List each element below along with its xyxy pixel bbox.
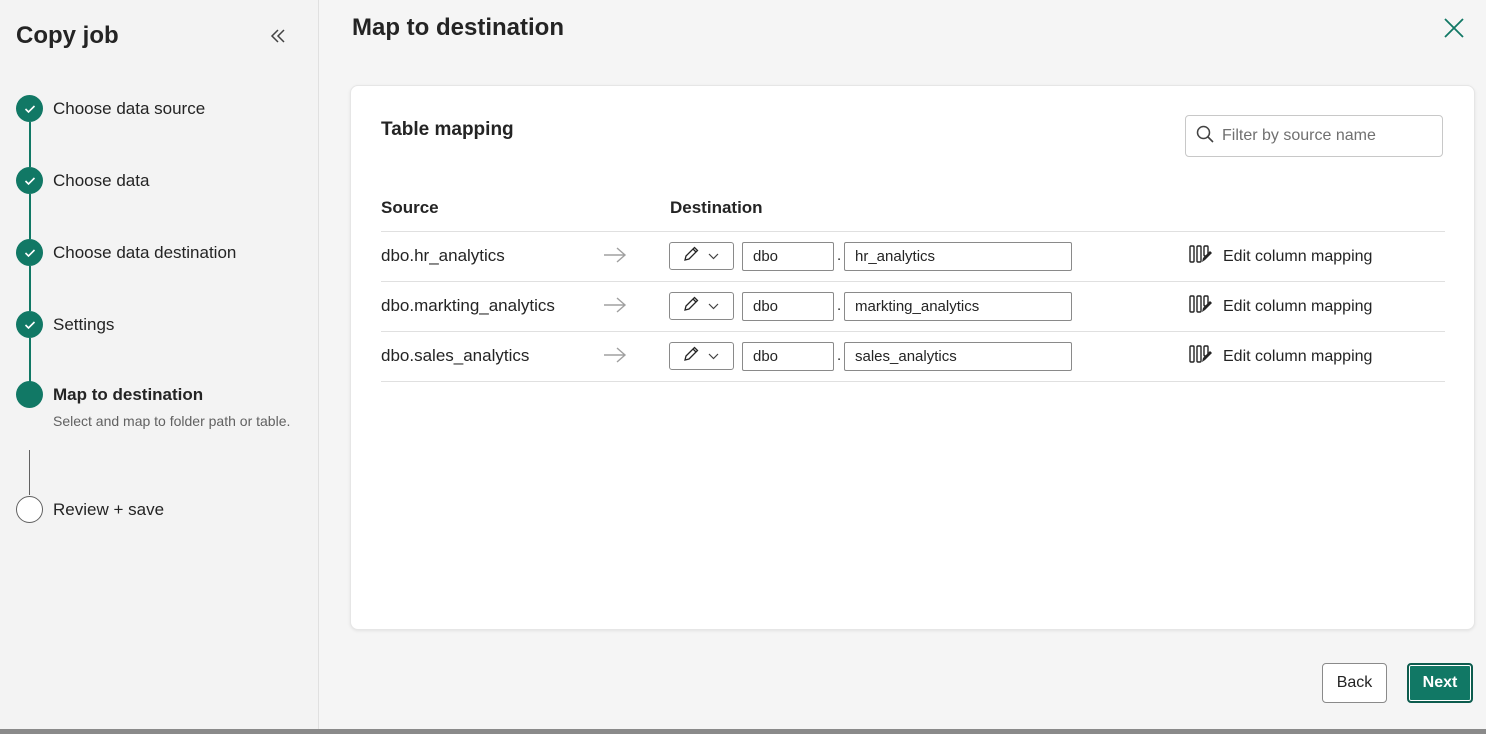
source-name: dbo.hr_analytics <box>381 246 505 265</box>
destination-type-dropdown[interactable] <box>669 292 734 320</box>
table-name-field[interactable]: sales_analytics <box>844 342 1072 371</box>
edit-column-mapping-label: Edit column mapping <box>1223 297 1373 315</box>
edit-column-mapping-label: Edit column mapping <box>1223 247 1373 265</box>
column-edit-icon <box>1189 244 1213 269</box>
table-row: dbo.sales_analytics dbo . sales_analytic… <box>381 332 1445 382</box>
pending-step-circle <box>16 496 43 523</box>
chevron-down-icon <box>708 247 719 265</box>
step-connector <box>29 338 31 383</box>
edit-column-mapping-button[interactable]: Edit column mapping <box>1189 294 1372 319</box>
check-icon <box>16 311 43 338</box>
separator-dot: . <box>837 247 842 264</box>
column-edit-icon <box>1189 344 1213 369</box>
step-connector <box>29 450 30 495</box>
step-description: Select and map to folder path or table. <box>53 413 291 429</box>
table-mapping-card: Table mapping Source Destination dbo.hr_… <box>350 85 1475 630</box>
schema-field[interactable]: dbo <box>742 242 834 271</box>
check-icon <box>16 95 43 122</box>
pencil-icon <box>682 245 700 268</box>
card-title: Table mapping <box>381 119 514 140</box>
edit-column-mapping-button[interactable]: Edit column mapping <box>1189 344 1372 369</box>
step-map-to-destination[interactable]: Map to destination <box>16 381 203 408</box>
step-review-save[interactable]: Review + save <box>16 496 164 523</box>
arrow-right-icon <box>603 346 627 369</box>
destination-type-dropdown[interactable] <box>669 342 734 370</box>
step-choose-data-source[interactable]: Choose data source <box>16 95 205 122</box>
check-icon <box>16 239 43 266</box>
column-edit-icon <box>1189 294 1213 319</box>
edit-column-mapping-label: Edit column mapping <box>1223 347 1373 365</box>
collapse-icon[interactable] <box>264 22 292 50</box>
step-settings[interactable]: Settings <box>16 311 114 338</box>
sidebar-title: Copy job <box>16 22 119 49</box>
check-icon <box>16 167 43 194</box>
arrow-right-icon <box>603 246 627 269</box>
step-label: Choose data source <box>53 99 206 118</box>
step-connector <box>29 266 31 311</box>
step-choose-data-destination[interactable]: Choose data destination <box>16 239 236 266</box>
sidebar: Copy job Choose data source Choose data … <box>0 0 319 729</box>
schema-field[interactable]: dbo <box>742 342 834 371</box>
step-label: Review + save <box>53 500 165 519</box>
step-label: Choose data destination <box>53 243 237 262</box>
bottom-scrollbar <box>0 729 1486 734</box>
table-name-field[interactable]: hr_analytics <box>844 242 1072 271</box>
active-step-dot <box>16 381 43 408</box>
chevron-down-icon <box>708 347 719 365</box>
source-name: dbo.sales_analytics <box>381 346 530 365</box>
pencil-icon <box>682 295 700 318</box>
table-name-field[interactable]: markting_analytics <box>844 292 1072 321</box>
step-label: Choose data <box>53 171 150 190</box>
step-label: Map to destination <box>53 385 204 404</box>
separator-dot: . <box>837 347 842 364</box>
table-row: dbo.markting_analytics dbo . markting_an… <box>381 282 1445 332</box>
table-row: dbo.hr_analytics dbo . hr_analytics Edit… <box>381 232 1445 282</box>
search-icon <box>1196 125 1214 148</box>
edit-column-mapping-button[interactable]: Edit column mapping <box>1189 244 1372 269</box>
back-button[interactable]: Back <box>1322 663 1387 703</box>
step-choose-data[interactable]: Choose data <box>16 167 149 194</box>
destination-column-header: Destination <box>670 198 763 217</box>
step-connector <box>29 194 31 239</box>
chevron-down-icon <box>708 297 719 315</box>
source-column-header: Source <box>381 198 439 217</box>
arrow-right-icon <box>603 296 627 319</box>
filter-box[interactable] <box>1185 115 1443 157</box>
separator-dot: . <box>837 297 842 314</box>
destination-type-dropdown[interactable] <box>669 242 734 270</box>
page-title: Map to destination <box>352 14 564 41</box>
step-connector <box>29 122 31 167</box>
step-label: Settings <box>53 315 115 334</box>
close-icon[interactable] <box>1440 14 1468 42</box>
source-name: dbo.markting_analytics <box>381 296 555 315</box>
pencil-icon <box>682 345 700 368</box>
filter-input[interactable] <box>1222 127 1422 145</box>
schema-field[interactable]: dbo <box>742 292 834 321</box>
next-button[interactable]: Next <box>1407 663 1473 703</box>
